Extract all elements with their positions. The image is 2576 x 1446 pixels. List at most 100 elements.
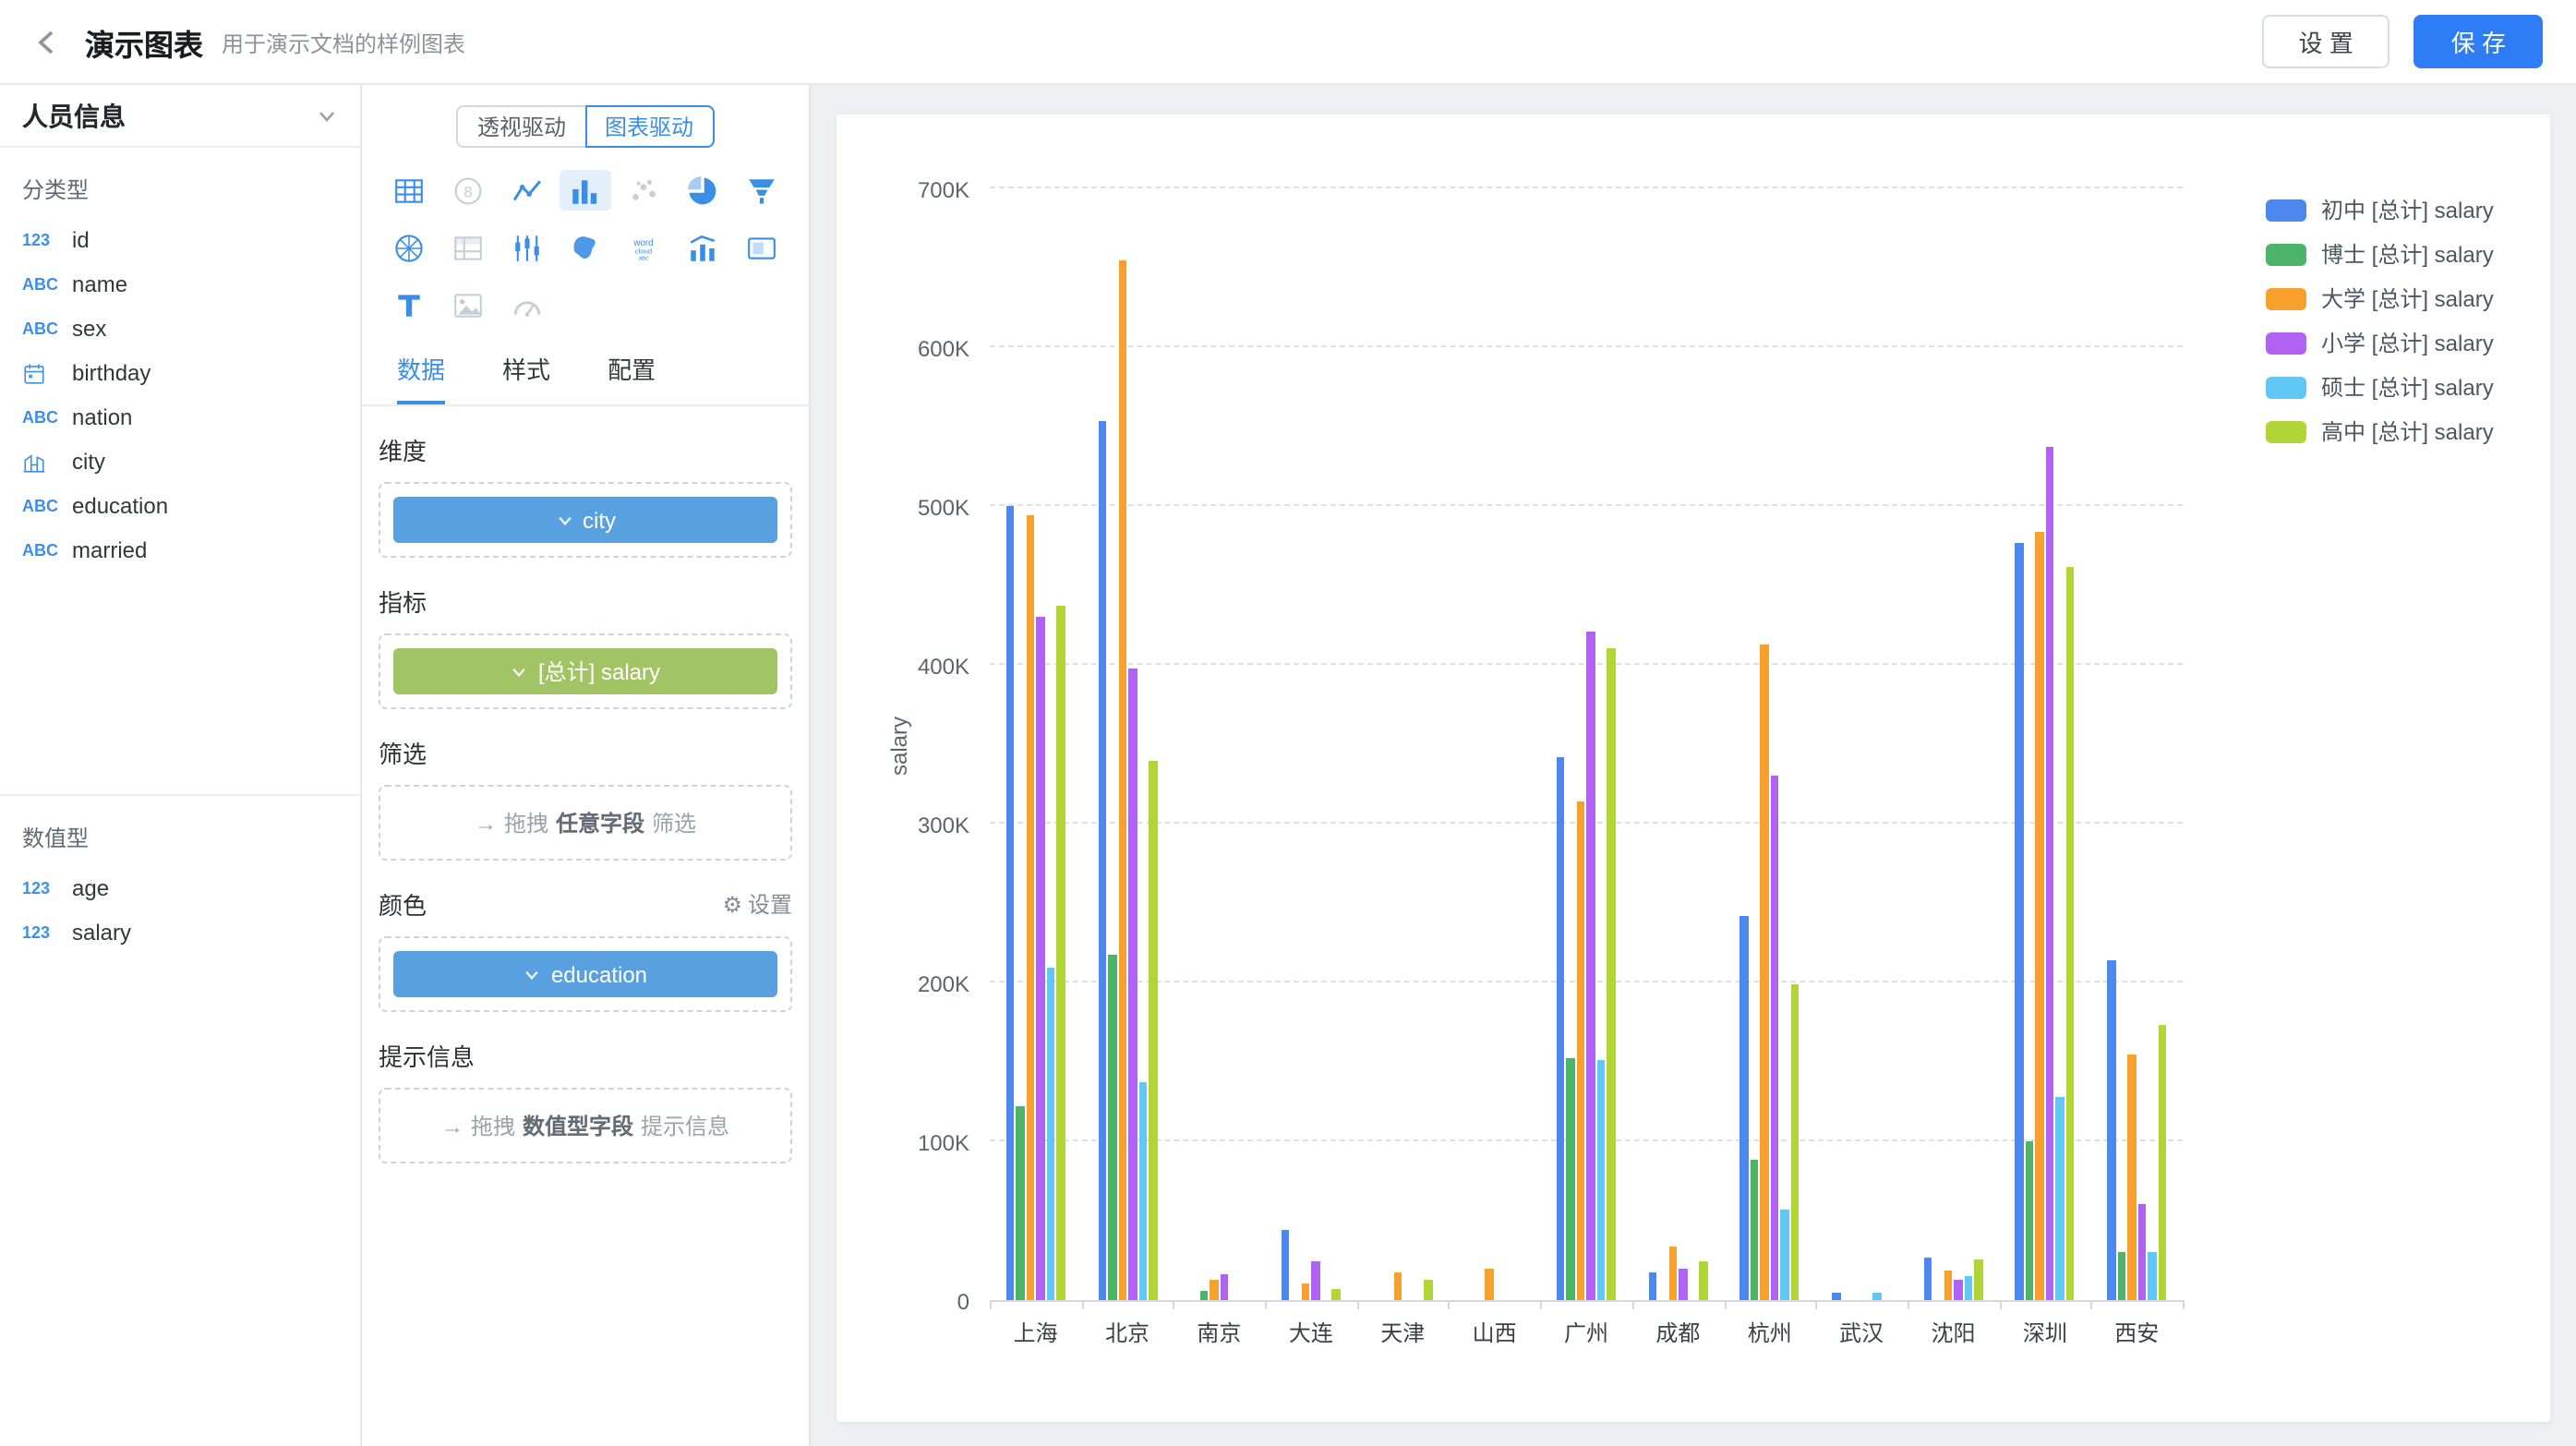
mode-tab-透视驱动[interactable]: 透视驱动 — [457, 105, 586, 148]
text-icon[interactable] — [384, 284, 436, 325]
kpi-card-icon: 8 — [442, 170, 494, 211]
color-dropzone[interactable]: education — [379, 936, 792, 1012]
line-chart-icon[interactable] — [501, 170, 553, 211]
bar — [1597, 1060, 1606, 1300]
dataset-selector[interactable]: 人员信息 — [0, 85, 360, 148]
settings-button[interactable]: 设 置 — [2262, 15, 2390, 68]
bar — [2026, 1141, 2034, 1300]
chart-type-grid: 8 wordcloudabc — [362, 148, 809, 325]
dimension-pill-city[interactable]: city — [393, 497, 777, 543]
bar — [2127, 1054, 2136, 1300]
dimension-section-label: 维度 — [379, 432, 427, 467]
bar-group-山西 — [1449, 190, 1540, 1300]
field-name: salary — [72, 920, 131, 946]
bar — [1424, 1280, 1432, 1300]
bar-group-杭州 — [1724, 190, 1815, 1300]
bar-group-大连 — [1265, 190, 1356, 1300]
field-item-married[interactable]: ABCmarried — [0, 528, 360, 572]
filter-dropzone[interactable]: →拖拽任意字段筛选 — [379, 785, 792, 861]
save-button[interactable]: 保 存 — [2414, 15, 2543, 68]
field-item-sex[interactable]: ABCsex — [0, 307, 360, 351]
bar — [2137, 1203, 2146, 1300]
bar — [1872, 1292, 1881, 1300]
bar — [1332, 1289, 1341, 1300]
metric-dropzone[interactable]: [总计] salary — [379, 633, 792, 709]
dataset-fields: 分类型123idABCnameABCsexbirthdayABCnationci… — [0, 148, 360, 955]
color-section-label: 颜色 — [379, 886, 427, 922]
field-item-city[interactable]: city — [0, 440, 360, 484]
legend-item[interactable]: 硕士 [总计] salary — [2266, 375, 2494, 399]
field-name: city — [72, 449, 105, 475]
legend-label: 大学 [总计] salary — [2321, 283, 2494, 314]
legend-item[interactable]: 高中 [总计] salary — [2266, 419, 2494, 443]
bar — [1393, 1273, 1402, 1300]
legend-label: 硕士 [总计] salary — [2321, 371, 2494, 403]
bar — [1771, 776, 1779, 1300]
bar — [1118, 259, 1126, 1300]
field-item-nation[interactable]: ABCnation — [0, 395, 360, 440]
bar — [1199, 1291, 1208, 1300]
color-pill-education[interactable]: education — [393, 951, 777, 997]
text-type-icon: ABC — [22, 497, 72, 515]
y-tick-label: 300K — [837, 813, 969, 838]
combo-chart-icon[interactable] — [677, 227, 728, 268]
x-tick — [1724, 1300, 1726, 1309]
field-item-id[interactable]: 123id — [0, 218, 360, 262]
legend-item[interactable]: 博士 [总计] salary — [2266, 242, 2494, 266]
bar — [1975, 1259, 1983, 1300]
legend-item[interactable]: 大学 [总计] salary — [2266, 286, 2494, 310]
map-chart-icon[interactable] — [560, 227, 611, 268]
bar — [1781, 1210, 1789, 1300]
candlestick-chart-icon[interactable] — [501, 227, 553, 268]
field-item-birthday[interactable]: birthday — [0, 351, 360, 395]
word-cloud-icon[interactable]: wordcloudabc — [618, 227, 669, 268]
gridline — [990, 187, 2183, 188]
bar — [1220, 1274, 1228, 1300]
mode-tab-图表驱动[interactable]: 图表驱动 — [584, 105, 714, 148]
color-settings-button[interactable]: ⚙设置 — [722, 888, 792, 920]
x-tick — [1999, 1300, 2001, 1309]
metric-pill-salary[interactable]: [总计] salary — [393, 648, 777, 694]
table-icon[interactable] — [384, 170, 436, 211]
field-section-label: 数值型 — [0, 811, 360, 866]
config-tab-样式[interactable]: 样式 — [502, 351, 550, 404]
pivot-table-icon — [442, 227, 494, 268]
legend-item[interactable]: 小学 [总计] salary — [2266, 331, 2494, 355]
bar — [1668, 1247, 1677, 1300]
bar — [2107, 960, 2115, 1300]
bar — [1128, 668, 1137, 1300]
field-name: name — [72, 271, 127, 297]
bar — [2016, 543, 2024, 1300]
filter-placeholder: →拖拽任意字段筛选 — [475, 807, 696, 838]
legend-swatch — [2266, 199, 2306, 221]
legend-label: 初中 [总计] salary — [2321, 194, 2494, 225]
bar — [1006, 506, 1015, 1300]
x-tick — [1449, 1300, 1451, 1309]
gauge-chart-icon — [501, 284, 553, 325]
config-tab-数据[interactable]: 数据 — [397, 351, 445, 404]
bar-chart-icon[interactable] — [560, 170, 611, 211]
legend-item[interactable]: 初中 [总计] salary — [2266, 198, 2494, 222]
tooltip-dropzone[interactable]: →拖拽数值型字段提示信息 — [379, 1088, 792, 1163]
scatter-chart-icon — [618, 170, 669, 211]
x-tick — [1908, 1300, 1909, 1309]
field-item-name[interactable]: ABCname — [0, 262, 360, 307]
dimension-dropzone[interactable]: city — [379, 482, 792, 558]
arrow-right-icon: → — [441, 1113, 463, 1139]
pie-chart-icon[interactable] — [677, 170, 728, 211]
field-item-salary[interactable]: 123salary — [0, 910, 360, 955]
bar — [1944, 1270, 1953, 1300]
field-name: birthday — [72, 360, 150, 386]
bar-group-北京 — [1081, 190, 1173, 1300]
bar — [1210, 1280, 1218, 1300]
config-tab-配置[interactable]: 配置 — [608, 351, 656, 404]
bar-group-南京 — [1174, 190, 1265, 1300]
back-button[interactable] — [26, 19, 70, 64]
x-tick — [1632, 1300, 1634, 1309]
radar-chart-icon[interactable] — [384, 227, 436, 268]
numeric-type-icon: 123 — [22, 923, 72, 942]
funnel-chart-icon[interactable] — [735, 170, 787, 211]
panel-icon[interactable] — [735, 227, 787, 268]
field-item-age[interactable]: 123age — [0, 866, 360, 910]
field-item-education[interactable]: ABCeducation — [0, 484, 360, 528]
